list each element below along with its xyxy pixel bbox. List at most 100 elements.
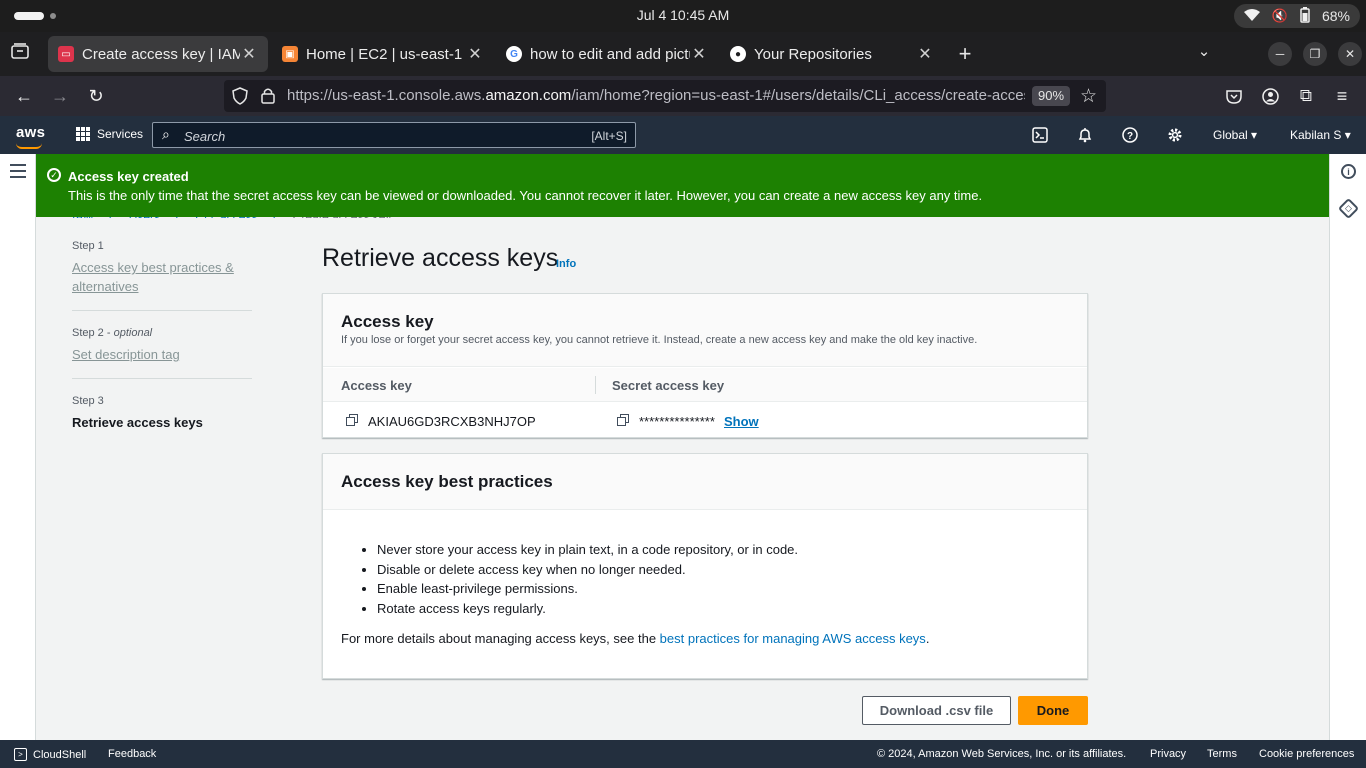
- more-prefix: For more details about managing access k…: [341, 631, 660, 646]
- list-item: Never store your access key in plain tex…: [377, 540, 798, 560]
- forward-arrow-icon[interactable]: →: [48, 84, 72, 108]
- cloudshell-label: CloudShell: [33, 748, 87, 761]
- cloud-hexagon-icon[interactable]: ◇: [1337, 197, 1360, 220]
- iam-favicon-icon: ▭: [58, 46, 74, 62]
- secret-key-masked: ***************: [639, 414, 715, 429]
- cookie-preferences-link[interactable]: Cookie preferences: [1259, 748, 1354, 760]
- card-title: Access key best practices: [341, 472, 553, 491]
- account-menu[interactable]: Kabilan S ▾: [1290, 128, 1351, 142]
- step-1-link[interactable]: Access key best practices & alternatives: [72, 258, 252, 296]
- github-favicon-icon: ●: [730, 46, 746, 62]
- feedback-link[interactable]: Feedback: [108, 748, 156, 760]
- shield-icon[interactable]: [232, 87, 248, 110]
- download-csv-button[interactable]: Download .csv file: [862, 696, 1011, 725]
- step-3-label: Step 3: [72, 395, 104, 407]
- close-tab-icon[interactable]: ✕: [916, 44, 934, 64]
- close-tab-icon[interactable]: ✕: [690, 44, 708, 64]
- url-text[interactable]: https://us-east-1.console.aws.amazon.com…: [287, 87, 1025, 104]
- close-tab-icon[interactable]: ✕: [466, 44, 484, 64]
- list-item: Enable least-privilege permissions.: [377, 579, 798, 599]
- copy-access-key-icon[interactable]: [346, 414, 358, 426]
- tab-title: how to edit and add pictu: [530, 45, 690, 63]
- settings-gear-icon[interactable]: [1166, 126, 1184, 144]
- restore-window-icon[interactable]: ❐: [1303, 42, 1327, 66]
- side-navigation-rail: [0, 154, 36, 740]
- step-divider: [72, 310, 252, 311]
- bookmark-star-icon[interactable]: ☆: [1080, 85, 1097, 108]
- info-link[interactable]: Info: [556, 258, 576, 270]
- google-favicon-icon: G: [506, 46, 522, 62]
- done-button[interactable]: Done: [1018, 696, 1088, 725]
- more-suffix: .: [925, 631, 930, 646]
- privacy-link[interactable]: Privacy: [1150, 748, 1186, 760]
- info-panel-icon[interactable]: i: [1341, 164, 1356, 179]
- show-secret-key-link[interactable]: Show: [724, 414, 759, 429]
- close-window-icon[interactable]: ✕: [1338, 42, 1362, 66]
- battery-icon: [1300, 6, 1310, 26]
- best-practices-list: Never store your access key in plain tex…: [377, 540, 798, 619]
- close-tab-icon[interactable]: ✕: [240, 44, 258, 64]
- step-2-link[interactable]: Set description tag: [72, 345, 252, 364]
- wizard-steps: Step 1 Access key best practices & alter…: [72, 240, 252, 430]
- step-3-current: Retrieve access keys: [72, 415, 203, 430]
- back-arrow-icon[interactable]: ←: [12, 84, 36, 108]
- column-header-secret-key: Secret access key: [612, 378, 725, 393]
- table-header: Access key Secret access key: [323, 368, 1087, 402]
- card-description: If you lose or forget your secret access…: [341, 334, 978, 346]
- tab-google-search[interactable]: G how to edit and add pictu ✕: [496, 36, 718, 72]
- notifications-bell-icon[interactable]: [1076, 126, 1094, 144]
- system-status-menu[interactable]: 🔇 68%: [1233, 4, 1360, 28]
- extensions-puzzle-icon[interactable]: ⧉: [1294, 84, 1318, 108]
- aws-console-nav: aws Services ⌕ Search [Alt+S] ? Global ▾…: [0, 116, 1366, 154]
- tab-title: Home | EC2 | us-east-1: [306, 45, 463, 63]
- tab-overview-icon[interactable]: [10, 43, 30, 64]
- open-navigation-menu-icon[interactable]: [10, 164, 26, 182]
- step-1-label: Step 1: [72, 240, 104, 252]
- flash-title: Access key created: [68, 169, 189, 184]
- region-selector[interactable]: Global ▾: [1213, 128, 1257, 142]
- tab-github-repositories[interactable]: ● Your Repositories ✕: [720, 36, 944, 72]
- aws-search-input[interactable]: ⌕ Search [Alt+S]: [152, 122, 636, 148]
- step-2-optional: optional: [113, 327, 153, 339]
- column-divider: [595, 376, 596, 394]
- card-header: Access key If you lose or forget your se…: [323, 294, 1087, 367]
- access-key-value: AKIAU6GD3RCXB3NHJ7OP: [368, 414, 536, 429]
- pocket-icon[interactable]: [1222, 84, 1246, 108]
- tab-iam-create-access-key[interactable]: ▭ Create access key | IAM | G ✕: [48, 36, 268, 72]
- os-top-bar: Jul 4 10:45 AM 🔇 68%: [0, 0, 1366, 32]
- cloudshell-icon[interactable]: [1031, 126, 1049, 144]
- menu-hamburger-icon[interactable]: ≡: [1330, 84, 1354, 108]
- list-item: Rotate access keys regularly.: [377, 599, 798, 619]
- url-prefix: https://us-east-1.console.aws.: [287, 87, 486, 104]
- cloudshell-icon: >: [14, 748, 27, 761]
- best-practices-link[interactable]: best practices for managing AWS access k…: [660, 631, 926, 646]
- aws-logo[interactable]: aws: [16, 124, 45, 141]
- copy-secret-key-icon[interactable]: [617, 414, 629, 426]
- services-menu-button[interactable]: Services: [76, 127, 143, 141]
- help-icon[interactable]: ?: [1121, 126, 1139, 144]
- step-2-label: Step 2 - optional: [72, 327, 153, 339]
- aws-smile-logo-icon: [16, 143, 42, 149]
- reload-icon[interactable]: ↻: [84, 84, 108, 108]
- account-icon[interactable]: [1258, 84, 1282, 108]
- services-grid-icon: [76, 127, 90, 141]
- copyright-text: © 2024, Amazon Web Services, Inc. or its…: [877, 748, 1127, 760]
- card-header: Access key best practices: [323, 454, 1087, 510]
- terms-link[interactable]: Terms: [1207, 748, 1237, 760]
- step-2-number: Step 2: [72, 327, 104, 339]
- card-title: Access key: [341, 312, 434, 331]
- new-tab-plus-icon[interactable]: +: [954, 41, 976, 67]
- cloudshell-button[interactable]: > CloudShell: [14, 748, 86, 761]
- list-all-tabs-chevron-down-icon[interactable]: ⌄: [1194, 42, 1214, 60]
- minimize-window-icon[interactable]: ─: [1268, 42, 1292, 66]
- browser-tab-bar: ▭ Create access key | IAM | G ✕ ▣ Home |…: [0, 32, 1366, 76]
- tab-ec2-home[interactable]: ▣ Home | EC2 | us-east-1 ✕: [272, 36, 494, 72]
- zoom-level-badge[interactable]: 90%: [1032, 86, 1071, 106]
- lock-icon[interactable]: [261, 87, 275, 109]
- success-flash-banner: ✓ Access key created This is the only ti…: [36, 154, 1329, 217]
- best-practices-card: Access key best practices Never store yo…: [322, 453, 1088, 679]
- aws-footer: > CloudShell Feedback © 2024, Amazon Web…: [0, 740, 1366, 768]
- clock[interactable]: Jul 4 10:45 AM: [0, 7, 1366, 23]
- url-bar[interactable]: https://us-east-1.console.aws.amazon.com…: [224, 80, 1106, 112]
- tab-title: Create access key | IAM | G: [82, 45, 240, 63]
